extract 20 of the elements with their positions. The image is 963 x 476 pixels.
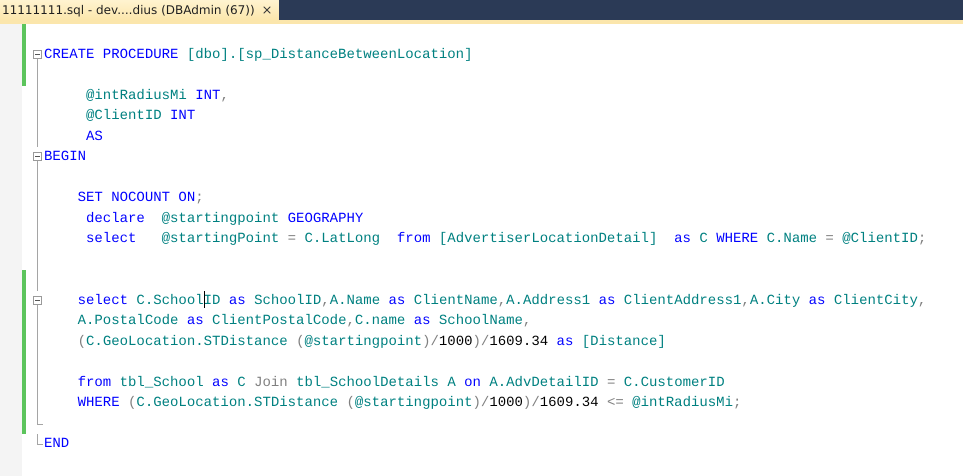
code-line: WHERE (C.GeoLocation.STDistance (@startingpoint)/1000)/1609.34 <= @intRadiusMi; bbox=[76, 394, 742, 413]
code-line: END bbox=[44, 435, 70, 454]
collapse-icon[interactable] bbox=[33, 152, 42, 161]
code-line: BEGIN bbox=[44, 148, 88, 167]
code-line: CREATE PROCEDURE [dbo].[sp_DistanceBetweenLocation] bbox=[44, 46, 474, 64]
code-line: @intRadiusMi INT, bbox=[85, 86, 230, 106]
code-line: @ClientID INT bbox=[85, 107, 196, 126]
close-icon[interactable] bbox=[260, 4, 273, 16]
document-tab[interactable]: 11111111.sql - dev....dius (DBAdmin (67)) bbox=[0, 0, 279, 20]
code-line: declare @startingpoint GEOGRAPHY bbox=[85, 210, 364, 228]
code-line: (C.GeoLocation.STDistance (@startingpoint)/1000)/1609.34 as [Distance] bbox=[76, 332, 667, 352]
collapse-icon[interactable] bbox=[33, 296, 42, 304]
code-line: SET NOCOUNT ON; bbox=[76, 189, 205, 208]
code-line: from tbl_School as C Join tbl_SchoolDetails A on A.AdvDetailID = C.CustomerID bbox=[76, 374, 726, 392]
code-line: select @startingPoint = C.LatLong from [AdvertiserLocationDetail] as C WHERE C.Name = @ClientID; bbox=[85, 230, 928, 249]
collapse-icon[interactable] bbox=[33, 50, 42, 58]
code-line: select C.SchoolID as SchoolID,A.Name as ClientName,A.Address1 as ClientAddress1,A.City as ClientCity, bbox=[76, 290, 928, 310]
code-line: A.PostalCode as ClientPostalCode,C.name as SchoolName, bbox=[76, 312, 532, 331]
text-cursor bbox=[204, 291, 205, 308]
code-line: AS bbox=[85, 128, 104, 146]
